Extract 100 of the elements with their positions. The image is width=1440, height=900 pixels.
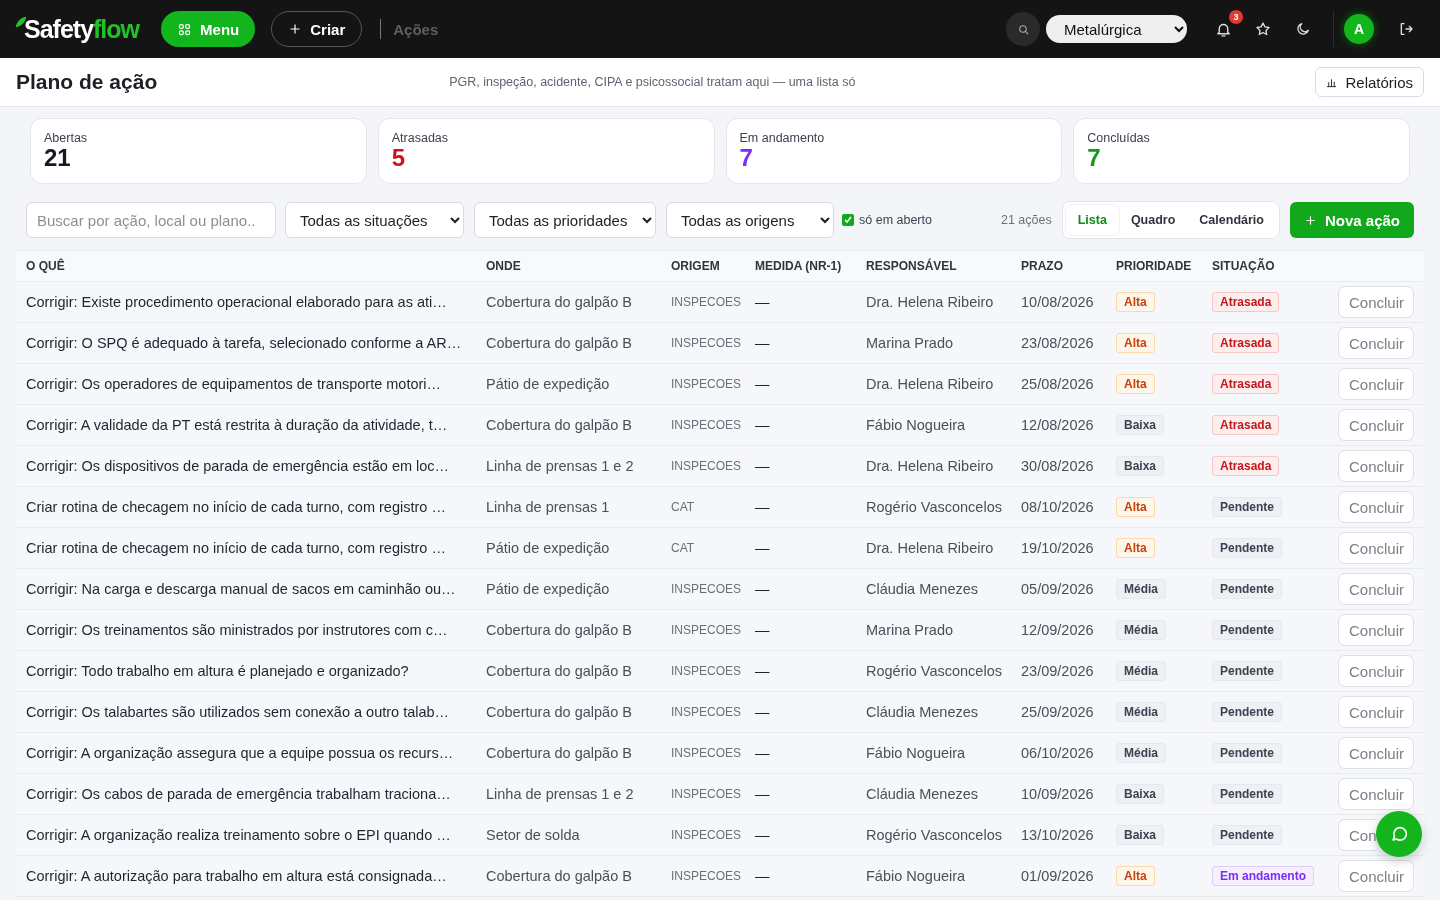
page-title: Plano de ação <box>16 70 159 94</box>
reports-button[interactable]: Relatórios <box>1315 67 1424 97</box>
status-tag: Pendente <box>1212 825 1282 845</box>
action-title[interactable]: Criar rotina de checagem no início de cada turno, com registro … <box>26 499 486 515</box>
owner-cell-text: Fábio Nogueira <box>866 745 967 761</box>
measure-cell-text: — <box>755 335 771 351</box>
status-tag: Pendente <box>1212 497 1282 517</box>
complete-button[interactable]: Concluir <box>1338 778 1414 810</box>
owner-cell-text: Dra. Helena Ribeiro <box>866 458 995 474</box>
priority-tag: Alta <box>1116 292 1155 312</box>
status-tag: Pendente <box>1212 538 1282 558</box>
status-tag: Atrasada <box>1212 292 1280 312</box>
measure-cell-text: — <box>755 458 771 474</box>
due-date-cell-text: 08/10/2026 <box>1021 499 1095 515</box>
action-title[interactable]: Corrigir: Os operadores de equipamentos de transporte motori… <box>26 376 486 392</box>
company-select[interactable]: Metalúrgica <box>1046 15 1187 43</box>
priority-tag: Baixa <box>1116 456 1165 476</box>
owner-cell-text: Marina Prado <box>866 622 955 638</box>
complete-button[interactable]: Concluir <box>1338 614 1414 646</box>
filter-select[interactable]: Todas as situações <box>285 202 464 238</box>
complete-button[interactable]: Concluir <box>1338 737 1414 769</box>
action-title[interactable]: Corrigir: Os talabartes são utilizados sem conexão a outro talab… <box>26 704 486 720</box>
complete-button[interactable]: Con <box>1338 819 1376 851</box>
status-tag: Pendente <box>1212 579 1282 599</box>
logout-icon <box>1398 21 1414 37</box>
complete-button[interactable]: Concluir <box>1338 368 1414 400</box>
moon-icon <box>1295 21 1311 37</box>
action-title[interactable]: Criar rotina de checagem no início de cada turno, com registro … <box>26 540 486 556</box>
owner-cell-text: Cláudia Menezes <box>866 704 980 720</box>
complete-button[interactable]: Concluir <box>1338 450 1414 482</box>
location-cell-text: Linha de prensas 1 e 2 <box>486 786 635 802</box>
action-title[interactable]: Corrigir: Na carga e descarga manual de sacos em caminhão ou… <box>26 581 486 597</box>
complete-button[interactable]: Concluir <box>1338 655 1414 687</box>
logo[interactable]: Safetyflow <box>24 14 140 44</box>
action-title[interactable]: Corrigir: A organização realiza treinamento sobre o EPI quando … <box>26 827 486 843</box>
action-title[interactable]: Corrigir: O SPQ é adequado à tarefa, selecionado conforme a AR… <box>26 335 486 351</box>
priority-tag: Baixa <box>1116 784 1165 804</box>
action-title[interactable]: Corrigir: Todo trabalho em altura é planejado e organizado? <box>26 663 486 679</box>
due-date-cell-text: 10/08/2026 <box>1021 294 1095 310</box>
page-subtitle: PGR, inspeção, acidente, CIPA e psicossocial tratam aqui — uma lista só <box>449 75 857 89</box>
origin-cell-text: INSPECOES <box>671 746 743 760</box>
view-tab[interactable]: Calendário <box>1187 205 1276 235</box>
priority-tag: Alta <box>1116 374 1155 394</box>
status-tag: Pendente <box>1212 743 1282 763</box>
status-tag: Atrasada <box>1212 374 1280 394</box>
action-title[interactable]: Corrigir: A organização assegura que a equipe possua os recurs… <box>26 745 486 761</box>
status-tag: Atrasada <box>1212 333 1280 353</box>
origin-cell-text: INSPECOES <box>671 377 743 391</box>
complete-button[interactable]: Concluir <box>1338 532 1414 564</box>
action-title[interactable]: Corrigir: Os cabos de parada de emergência trabalham traciona… <box>26 786 486 802</box>
checkbox[interactable] <box>842 214 854 226</box>
priority-tag: Alta <box>1116 333 1155 353</box>
stat-label: Atrasadas <box>391 131 450 145</box>
location-cell-text: Cobertura do galpão B <box>486 704 633 720</box>
search-button[interactable] <box>1006 12 1040 46</box>
origin-cell-text: INSPECOES <box>671 664 743 678</box>
action-title[interactable]: Corrigir: A autorização para trabalho em altura está consignada… <box>26 868 486 884</box>
view-tab[interactable]: Quadro <box>1118 205 1188 235</box>
origin-cell-text: INSPECOES <box>671 828 743 842</box>
owner-cell-text: Rogério Vasconcelos <box>866 663 1003 679</box>
measure-cell-text: — <box>755 540 771 556</box>
status-tag: Pendente <box>1212 784 1282 804</box>
action-title[interactable]: Corrigir: Os treinamentos são ministrados por instrutores com c… <box>26 622 486 638</box>
owner-cell-text: Cláudia Menezes <box>866 786 980 802</box>
measure-cell-text: — <box>755 499 771 515</box>
location-cell-text: Linha de prensas 1 e 2 <box>486 458 635 474</box>
location-cell-text: Pátio de expedição <box>486 376 611 392</box>
owner-cell-text: Fábio Nogueira <box>866 868 967 884</box>
action-title[interactable]: Corrigir: Os dispositivos de parada de emergência estão em loc… <box>26 458 486 474</box>
location-cell-text: Pátio de expedição <box>486 581 611 597</box>
filter-select[interactable]: Todas as origens <box>666 202 834 238</box>
complete-button[interactable]: Concluir <box>1338 696 1414 728</box>
stat-label: Concluídas <box>1087 131 1151 145</box>
complete-button[interactable]: Concluir <box>1338 491 1414 523</box>
priority-tag: Baixa <box>1116 415 1165 435</box>
column-header: O QUÊ <box>26 259 66 273</box>
priority-tag: Alta <box>1116 538 1155 558</box>
column-header: MEDIDA (NR-1) <box>755 259 843 273</box>
measure-cell-text: — <box>755 294 771 310</box>
complete-button[interactable]: Concluir <box>1338 573 1414 605</box>
bar-chart-icon <box>1326 76 1338 88</box>
action-title[interactable]: Corrigir: Existe procedimento operacional elaborado para as ati… <box>26 294 486 310</box>
column-header: ORIGEM <box>671 259 721 273</box>
action-title[interactable]: Corrigir: A validade da PT está restrita à duração da atividade, t… <box>26 417 486 433</box>
search-field[interactable]: Buscar por ação, local ou plano.. <box>26 202 276 238</box>
complete-button[interactable]: Concluir <box>1338 286 1414 318</box>
due-date-cell-text: 01/09/2026 <box>1021 868 1095 884</box>
location-cell-text: Cobertura do galpão B <box>486 335 633 351</box>
complete-button[interactable]: Concluir <box>1338 409 1414 441</box>
filter-select[interactable]: Todas as prioridades <box>474 202 656 238</box>
due-date-cell-text: 10/09/2026 <box>1021 786 1095 802</box>
complete-button[interactable]: Concluir <box>1338 860 1414 892</box>
star-icon <box>1255 21 1271 37</box>
column-header: PRIORIDADE <box>1116 259 1193 273</box>
location-cell-text: Cobertura do galpão B <box>486 663 633 679</box>
measure-cell-text: — <box>755 745 771 761</box>
origin-cell-text: INSPECOES <box>671 787 743 801</box>
priority-tag: Alta <box>1116 497 1155 517</box>
view-tab[interactable]: Lista <box>1065 205 1119 235</box>
complete-button[interactable]: Concluir <box>1338 327 1414 359</box>
